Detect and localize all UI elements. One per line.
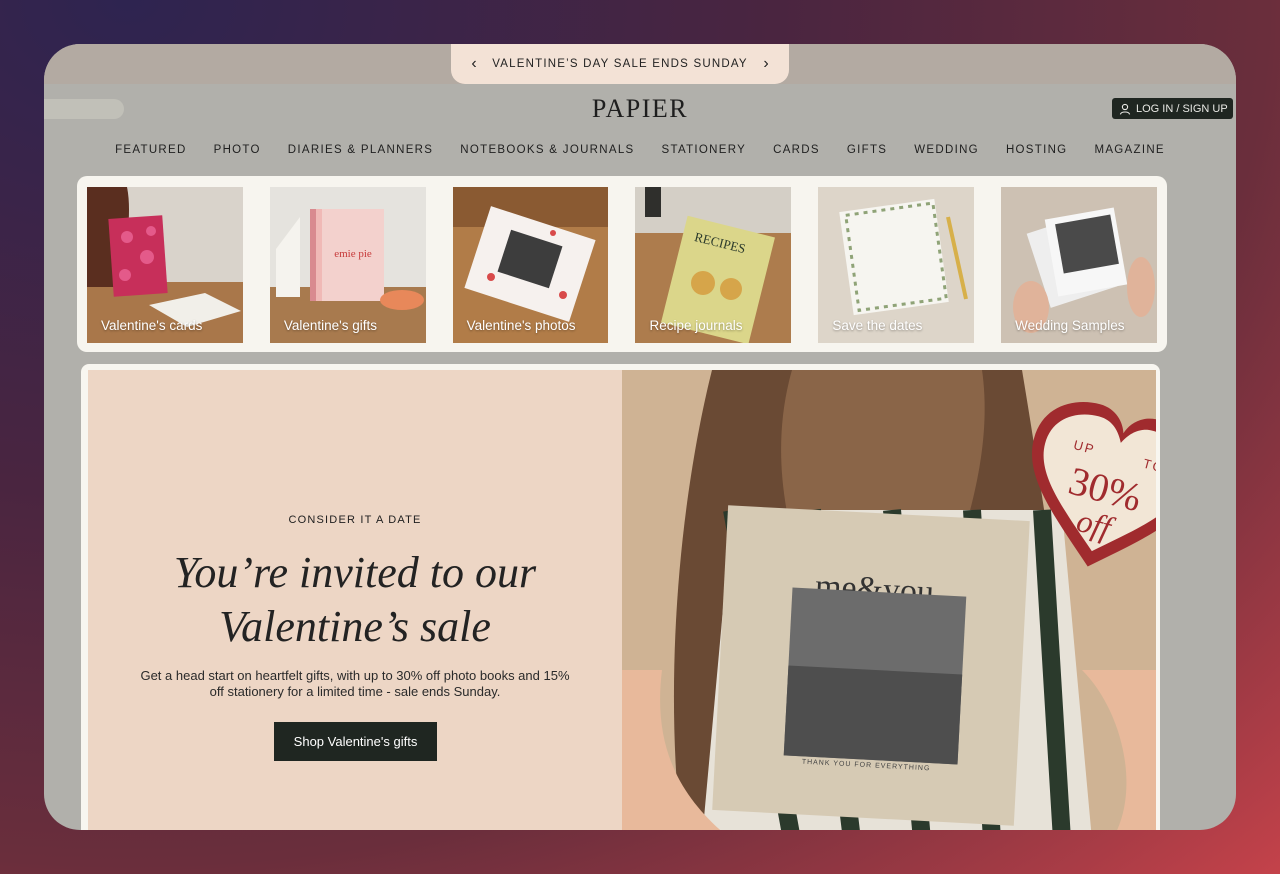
category-tile-valentines-photos[interactable]: Valentine's photos xyxy=(452,187,609,343)
main-nav: FEATURED PHOTO DIARIES & PLANNERS NOTEBO… xyxy=(44,144,1236,156)
category-strip: Valentine's cards emie pie Valentine's g… xyxy=(77,176,1167,352)
hero-headline: You’re invited to our Valentine’s sale xyxy=(88,546,622,654)
category-label: Recipe journals xyxy=(649,318,743,333)
category-label: Save the dates xyxy=(832,318,923,333)
category-label: Valentine's gifts xyxy=(283,318,377,333)
chevron-right-icon[interactable]: › xyxy=(759,55,773,73)
chevron-left-icon[interactable]: ‹ xyxy=(467,55,481,73)
nav-hosting[interactable]: HOSTING xyxy=(1006,144,1068,156)
nav-diaries-planners[interactable]: DIARIES & PLANNERS xyxy=(288,144,433,156)
hero-headline-line-2: Valentine’s sale xyxy=(219,602,491,651)
hero-headline-line-1: You’re invited to our xyxy=(173,548,537,597)
hero-banner: CONSIDER IT A DATE You’re invited to our… xyxy=(81,364,1160,830)
promo-message[interactable]: VALENTINE’S DAY SALE ENDS SUNDAY xyxy=(492,58,747,70)
nav-stationery[interactable]: STATIONERY xyxy=(662,144,747,156)
category-label: Wedding Samples xyxy=(1015,318,1125,333)
category-tile-save-the-dates[interactable]: Save the dates xyxy=(818,187,975,343)
hero-text-panel: CONSIDER IT A DATE You’re invited to our… xyxy=(88,370,622,830)
category-tile-valentines-gifts[interactable]: emie pie Valentine's gifts xyxy=(269,187,426,343)
nav-wedding[interactable]: WEDDING xyxy=(914,144,979,156)
browser-window: ‹ VALENTINE’S DAY SALE ENDS SUNDAY › PAP… xyxy=(44,44,1236,830)
category-tile-wedding-samples[interactable]: Wedding Samples xyxy=(1001,187,1157,343)
book-title: emie pie xyxy=(334,248,372,260)
hero-eyebrow: CONSIDER IT A DATE xyxy=(288,514,422,526)
nav-notebooks-journals[interactable]: NOTEBOOKS & JOURNALS xyxy=(460,144,634,156)
login-button[interactable]: LOG IN / SIGN UP xyxy=(1112,98,1233,119)
site-logo[interactable]: PAPIER xyxy=(44,94,1236,124)
category-tile-recipe-journals[interactable]: RECIPES Recipe journals xyxy=(635,187,792,343)
shop-valentines-gifts-button[interactable]: Shop Valentine's gifts xyxy=(274,722,437,761)
promo-bar: ‹ VALENTINE’S DAY SALE ENDS SUNDAY › xyxy=(44,44,1236,84)
hero-image[interactable]: me&you THANK YOU FOR EVERYTHING UP TO 30… xyxy=(622,370,1160,830)
promo-banner: ‹ VALENTINE’S DAY SALE ENDS SUNDAY › xyxy=(451,44,789,84)
category-label: Valentine's photos xyxy=(466,318,576,333)
nav-featured[interactable]: FEATURED xyxy=(115,144,187,156)
user-icon xyxy=(1119,103,1131,115)
nav-cards[interactable]: CARDS xyxy=(773,144,820,156)
category-tile-valentines-cards[interactable]: Valentine's cards xyxy=(87,187,243,343)
category-label: Valentine's cards xyxy=(101,318,203,333)
hero-subtext: Get a head start on heartfelt gifts, wit… xyxy=(140,668,570,699)
photo-book-hero-image: me&you THANK YOU FOR EVERYTHING UP TO 30… xyxy=(622,370,1160,830)
nav-gifts[interactable]: GIFTS xyxy=(847,144,887,156)
nav-magazine[interactable]: MAGAZINE xyxy=(1094,144,1164,156)
nav-photo[interactable]: PHOTO xyxy=(214,144,261,156)
login-label: LOG IN / SIGN UP xyxy=(1136,102,1228,115)
